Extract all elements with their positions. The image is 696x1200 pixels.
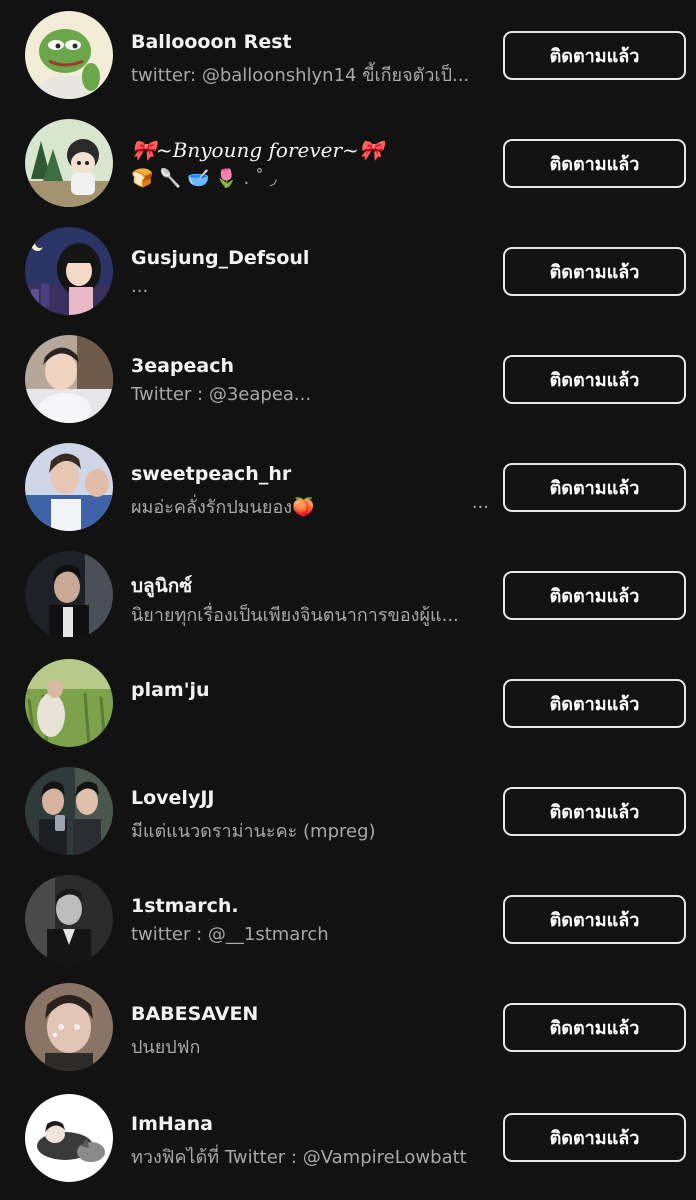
list-item[interactable]: plam'ju ติดตามแล้ว	[0, 648, 696, 756]
person-photo-avatar-icon[interactable]	[25, 443, 113, 531]
username[interactable]: บลูนิกซ์	[131, 571, 192, 601]
sleeping-cartoon-avatar-icon[interactable]	[25, 1094, 113, 1182]
list-item[interactable]: sweetpeach_hr ผมอ่ะคลั่งรักปมนยอง🍑 ... ต…	[0, 432, 696, 540]
list-item[interactable]: Gusjung_Defsoul ... ติดตามแล้ว	[0, 216, 696, 324]
user-bio: ...	[131, 276, 149, 297]
following-button[interactable]: ติดตามแล้ว	[503, 31, 686, 80]
user-bio: twitter: @balloonshlyn14 ขี้เกียจตัวเป็.…	[131, 65, 470, 86]
username[interactable]: BABESAVEN	[131, 1003, 258, 1025]
following-button[interactable]: ติดตามแล้ว	[503, 139, 686, 188]
list-item[interactable]: BABESAVEN ปนยปฟก ติดตามแล้ว	[0, 972, 696, 1080]
person-photo-avatar-icon[interactable]	[25, 551, 113, 639]
following-button[interactable]: ติดตามแล้ว	[503, 355, 686, 404]
following-button[interactable]: ติดตามแล้ว	[503, 1003, 686, 1052]
following-button[interactable]: ติดตามแล้ว	[503, 679, 686, 728]
following-button[interactable]: ติดตามแล้ว	[503, 787, 686, 836]
following-button[interactable]: ติดตามแล้ว	[503, 247, 686, 296]
bio-text: ผมอ่ะคลั่งรักปมนยอง🍑	[131, 497, 315, 518]
list-item[interactable]: 1stmarch. twitter : @__1stmarch ติดตามแล…	[0, 864, 696, 972]
username[interactable]: 🎀~Bnyoung forever~🎀	[131, 138, 384, 162]
username[interactable]: 1stmarch.	[131, 895, 239, 917]
user-bio: ปนยปฟก	[131, 1037, 201, 1058]
bio-more: ...	[471, 492, 489, 513]
following-button[interactable]: ติดตามแล้ว	[503, 1113, 686, 1162]
user-bio: มีแต่แนวดราม่านะคะ (mpreg)	[131, 821, 376, 842]
anime-girl-night-avatar-icon[interactable]	[25, 227, 113, 315]
grass-photo-avatar-icon[interactable]	[25, 659, 113, 747]
username[interactable]: sweetpeach_hr	[131, 463, 291, 485]
user-bio: ทวงฟิคได้ที่ Twitter : @VampireLowbatt	[131, 1147, 467, 1168]
cartoon-couple-avatar-icon[interactable]	[25, 119, 113, 207]
username[interactable]: Balloooon Rest	[131, 31, 292, 53]
user-bio: twitter : @__1stmarch	[131, 924, 329, 945]
following-button[interactable]: ติดตามแล้ว	[503, 895, 686, 944]
username[interactable]: 3eapeach	[131, 355, 234, 377]
list-item[interactable]: บลูนิกซ์ นิยายทุกเรื่องเป็นเพียงจินตนากา…	[0, 540, 696, 648]
following-list: Balloooon Rest twitter: @balloonshlyn14 …	[0, 0, 696, 1200]
user-bio: Twitter : @3eapea...	[131, 384, 312, 405]
user-bio: 🍞 🥄 🥣 🌷 . ˚ ◞	[131, 168, 277, 189]
username[interactable]: LovelyJJ	[131, 787, 214, 809]
list-item[interactable]: LovelyJJ มีแต่แนวดราม่านะคะ (mpreg) ติดต…	[0, 756, 696, 864]
list-item[interactable]: 3eapeach Twitter : @3eapea... ติดตามแล้ว	[0, 324, 696, 432]
following-button[interactable]: ติดตามแล้ว	[503, 463, 686, 512]
frog-meme-avatar-icon[interactable]	[25, 11, 113, 99]
username[interactable]: ImHana	[131, 1113, 213, 1135]
two-people-photo-avatar-icon[interactable]	[25, 767, 113, 855]
following-button[interactable]: ติดตามแล้ว	[503, 571, 686, 620]
person-photo-avatar-icon[interactable]	[25, 335, 113, 423]
username[interactable]: Gusjung_Defsoul	[131, 247, 309, 269]
user-bio: นิยายทุกเรื่องเป็นเพียงจินตนาการของผู้แ.…	[131, 605, 459, 626]
person-photo-avatar-icon[interactable]	[25, 875, 113, 963]
list-item[interactable]: ImHana ทวงฟิคได้ที่ Twitter : @VampireLo…	[0, 1080, 696, 1188]
user-bio: ผมอ่ะคลั่งรักปมนยอง🍑 ...	[131, 492, 489, 521]
list-item[interactable]: 🎀~Bnyoung forever~🎀 🍞 🥄 🥣 🌷 . ˚ ◞ ติดตาม…	[0, 108, 696, 216]
person-photo-avatar-icon[interactable]	[25, 983, 113, 1071]
username[interactable]: plam'ju	[131, 679, 210, 701]
list-item[interactable]: Balloooon Rest twitter: @balloonshlyn14 …	[0, 0, 696, 108]
